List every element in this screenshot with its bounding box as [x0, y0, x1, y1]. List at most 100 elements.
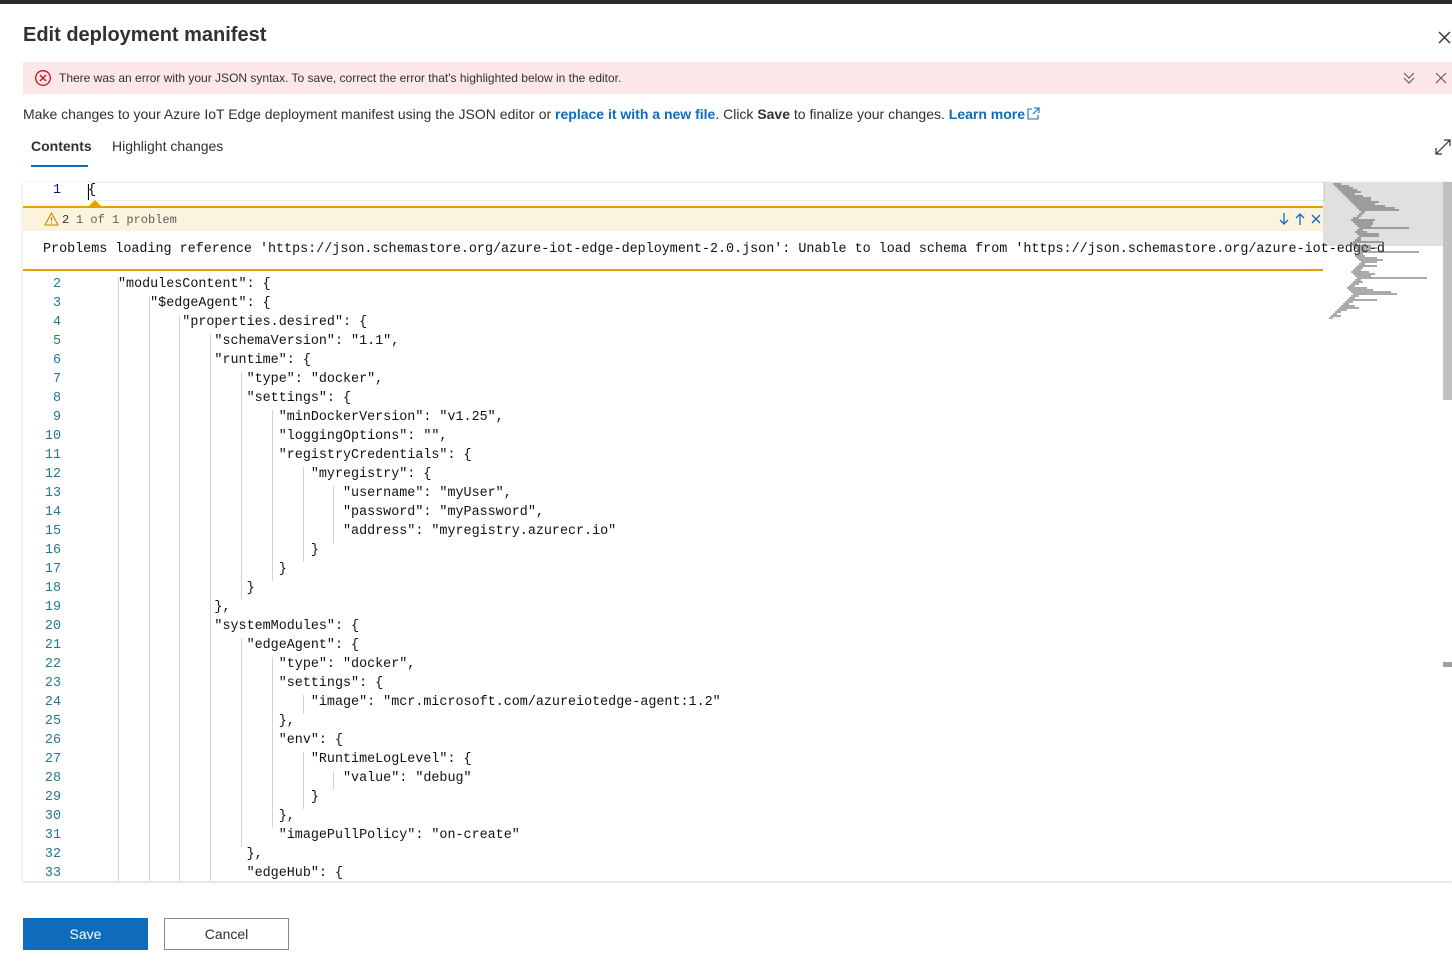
code-line[interactable]: 12 "myregistry": { — [23, 467, 1323, 486]
line-text: { — [88, 183, 97, 198]
code-line[interactable]: 21 "edgeAgent": { — [23, 638, 1323, 657]
line-text: } — [118, 562, 287, 577]
json-editor[interactable]: 1 { 2 1 of 1 problem Problems loading re… — [23, 182, 1452, 881]
description-text-middle: . Click — [715, 106, 758, 122]
code-lines[interactable]: 2 "modulesContent": { 3 "$edgeAgent": { 4… — [23, 277, 1323, 881]
line-number: 18 — [44, 581, 61, 596]
cancel-button[interactable]: Cancel — [164, 918, 289, 950]
line-number: 28 — [44, 771, 61, 786]
code-line[interactable]: 4 "properties.desired": { — [23, 315, 1323, 334]
line-text: "runtime": { — [118, 353, 311, 368]
code-line[interactable]: 30 }, — [23, 809, 1323, 828]
line-number: 30 — [44, 809, 61, 824]
error-circle-icon — [34, 69, 52, 92]
code-line[interactable]: 26 "env": { — [23, 733, 1323, 752]
line-number: 14 — [44, 505, 61, 520]
vertical-scrollbar[interactable] — [1443, 182, 1452, 881]
code-line[interactable]: 16 } — [23, 543, 1323, 562]
code-line[interactable]: 17 } — [23, 562, 1323, 581]
code-line[interactable]: 33 "edgeHub": { — [23, 866, 1323, 881]
text-cursor — [88, 184, 89, 200]
code-line[interactable]: 24 "image": "mcr.microsoft.com/azureiote… — [23, 695, 1323, 714]
line-text: }, — [118, 714, 295, 729]
tab-highlight-changes[interactable]: Highlight changes — [112, 138, 223, 154]
line-text: "address": "myregistry.azurecr.io" — [118, 524, 617, 539]
code-line[interactable]: 3 "$edgeAgent": { — [23, 296, 1323, 315]
description: Make changes to your Azure IoT Edge depl… — [23, 106, 1040, 123]
problem-peek-header: 2 1 of 1 problem — [23, 208, 1323, 231]
dismiss-error-icon[interactable] — [1433, 70, 1449, 91]
line-text: "type": "docker", — [118, 372, 384, 387]
learn-more-link[interactable]: Learn more — [949, 106, 1025, 122]
code-line[interactable]: 15 "address": "myregistry.azurecr.io" — [23, 524, 1323, 543]
tab-contents[interactable]: Contents — [31, 138, 92, 154]
code-line[interactable]: 7 "type": "docker", — [23, 372, 1323, 391]
expand-diagonal-icon[interactable] — [1434, 138, 1452, 161]
line-text: "RuntimeLogLevel": { — [118, 752, 472, 767]
current-line-highlight — [87, 182, 1325, 201]
line-number: 13 — [44, 486, 61, 501]
line-number: 9 — [52, 410, 61, 425]
code-line[interactable]: 19 }, — [23, 600, 1323, 619]
replace-file-link[interactable]: replace it with a new file — [555, 106, 715, 122]
problem-message: Problems loading reference 'https://json… — [43, 242, 1385, 257]
line-text: "minDockerVersion": "v1.25", — [118, 410, 504, 425]
line-number: 21 — [44, 638, 61, 653]
line-text: } — [118, 790, 319, 805]
code-line[interactable]: 2 "modulesContent": { — [23, 277, 1323, 296]
line-number: 15 — [44, 524, 61, 539]
line-text: } — [118, 581, 255, 596]
code-line[interactable]: 20 "systemModules": { — [23, 619, 1323, 638]
code-line[interactable]: 23 "settings": { — [23, 676, 1323, 695]
save-button[interactable]: Save — [23, 918, 148, 950]
line-text: }, — [118, 847, 263, 862]
line-number: 31 — [44, 828, 61, 843]
line-text: "systemModules": { — [118, 619, 360, 634]
line-number: 25 — [44, 714, 61, 729]
line-number: 17 — [44, 562, 61, 577]
error-message-text: There was an error with your JSON syntax… — [59, 71, 622, 85]
line-text: }, — [118, 809, 295, 824]
problem-peek-widget: 2 1 of 1 problem Problems loading refere… — [23, 206, 1385, 271]
code-line[interactable]: 18 } — [23, 581, 1323, 600]
next-problem-icon[interactable] — [1278, 212, 1290, 231]
code-line[interactable]: 8 "settings": { — [23, 391, 1323, 410]
code-line[interactable]: 9 "minDockerVersion": "v1.25", — [23, 410, 1323, 429]
line-number: 24 — [44, 695, 61, 710]
code-line[interactable]: 6 "runtime": { — [23, 353, 1323, 372]
line-text: "settings": { — [118, 391, 352, 406]
line-text: "edgeHub": { — [118, 866, 343, 881]
line-number: 27 — [44, 752, 61, 767]
minimap-slider[interactable] — [1323, 182, 1443, 246]
warning-triangle-icon — [44, 211, 59, 231]
code-line[interactable]: 29 } — [23, 790, 1323, 809]
code-line[interactable]: 11 "registryCredentials": { — [23, 448, 1323, 467]
code-line[interactable]: 10 "loggingOptions": "", — [23, 429, 1323, 448]
close-peek-icon[interactable] — [1310, 212, 1322, 231]
previous-problem-icon[interactable] — [1294, 212, 1306, 231]
code-line[interactable]: 5 "schemaVersion": "1.1", — [23, 334, 1323, 353]
code-line[interactable]: 32 }, — [23, 847, 1323, 866]
line-number: 7 — [52, 372, 61, 387]
code-line[interactable]: 13 "username": "myUser", — [23, 486, 1323, 505]
code-line[interactable]: 22 "type": "docker", — [23, 657, 1323, 676]
minimap[interactable] — [1323, 182, 1443, 881]
scrollbar-thumb[interactable] — [1443, 182, 1452, 400]
line-text: }, — [118, 600, 231, 615]
editor-line-1[interactable]: 1 { — [23, 182, 1325, 206]
line-text: "properties.desired": { — [118, 315, 368, 330]
line-text: "imagePullPolicy": "on-create" — [118, 828, 520, 843]
close-icon[interactable] — [1433, 26, 1452, 48]
code-line[interactable]: 28 "value": "debug" — [23, 771, 1323, 790]
line-text: "image": "mcr.microsoft.com/azureiotedge… — [118, 695, 721, 710]
double-chevron-down-icon[interactable] — [1401, 70, 1417, 91]
line-text: "type": "docker", — [118, 657, 416, 672]
line-text: "username": "myUser", — [118, 486, 512, 501]
line-number: 3 — [52, 296, 61, 311]
code-line[interactable]: 27 "RuntimeLogLevel": { — [23, 752, 1323, 771]
line-text: "settings": { — [118, 676, 384, 691]
line-number: 26 — [44, 733, 61, 748]
code-line[interactable]: 31 "imagePullPolicy": "on-create" — [23, 828, 1323, 847]
code-line[interactable]: 25 }, — [23, 714, 1323, 733]
code-line[interactable]: 14 "password": "myPassword", — [23, 505, 1323, 524]
